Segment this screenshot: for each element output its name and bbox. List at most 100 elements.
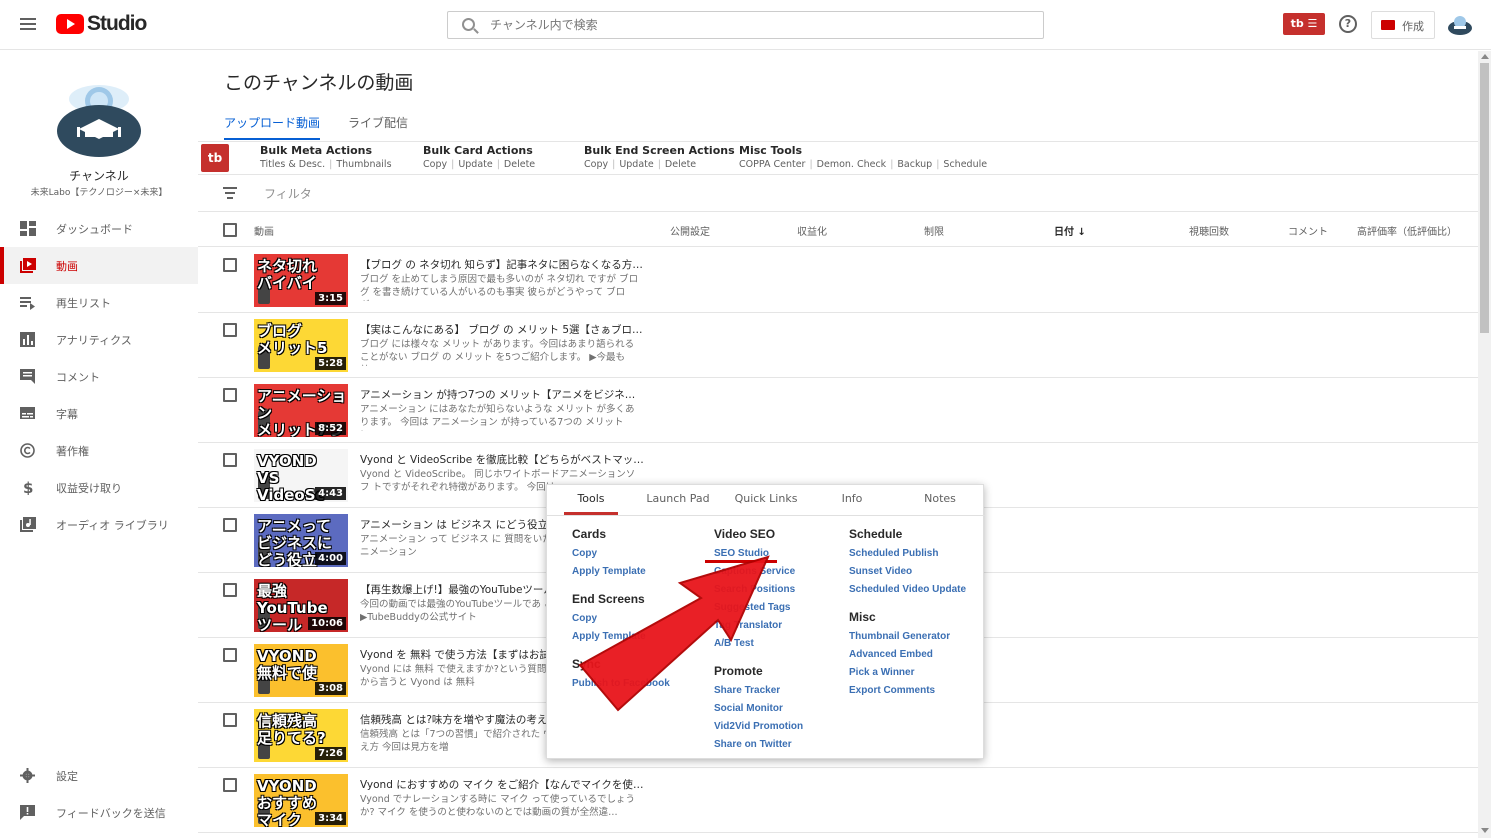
help-icon[interactable]: ? [1339,15,1357,33]
video-thumbnail[interactable]: VYOND おすすめ マイク 3:34 [254,774,348,827]
scrollbar-thumb[interactable] [1480,63,1489,333]
link-social-monitor[interactable]: Social Monitor [714,703,783,714]
sidebar-item-subtitles[interactable]: 字幕 [0,395,198,432]
row-checkbox[interactable] [223,258,237,272]
link-suggested-tags[interactable]: Suggested Tags [714,602,791,613]
popup-tab-info[interactable]: Info [827,485,877,515]
link-copy[interactable]: Copy [584,159,608,170]
link-seo-studio[interactable]: SEO Studio [714,548,769,559]
account-avatar[interactable] [1447,14,1473,36]
tab-uploads[interactable]: アップロード動画 [224,114,321,140]
sidebar-item-copyright[interactable]: 著作権 [0,432,198,469]
tab-live[interactable]: ライブ配信 [348,114,408,140]
link-end-screens-copy[interactable]: Copy [572,613,597,624]
sidebar-item-audio-library[interactable]: オーディオ ライブラリ [0,506,198,543]
video-title[interactable]: 【実はこんなにある】 ブログ の メリット 5選【さぁブログ… [360,322,645,337]
tubebuddy-menu-button[interactable]: tb ☰ [1283,13,1325,35]
link-tag-translator[interactable]: Tag Translator [714,620,782,631]
link-cards-copy[interactable]: Copy [572,548,597,559]
popup-tab-notes[interactable]: Notes [915,485,965,515]
table-row[interactable]: ネタ切れ バイバイ 3:15 【ブログ の ネタ切れ 知らず】記事ネタに困らなくなる方… [198,248,1478,313]
row-checkbox[interactable] [223,453,237,467]
create-button[interactable]: 作成 [1371,11,1435,39]
row-checkbox[interactable] [223,518,237,532]
link-scheduled-video-update[interactable]: Scheduled Video Update [849,584,966,595]
link-sunset-video[interactable]: Sunset Video [849,566,912,577]
column-views[interactable]: 視聴回数 [1189,223,1229,238]
column-likes[interactable]: 高評価率（低評価比） [1357,223,1457,238]
channel-avatar[interactable] [55,79,143,159]
sidebar-item-monetization[interactable]: $ 収益受け取り [0,469,198,506]
link-schedule[interactable]: Schedule [943,159,987,170]
sidebar-item-feedback[interactable]: フィードバックを送信 [0,794,198,831]
menu-icon[interactable] [20,18,36,30]
link-titles-desc[interactable]: Titles & Desc. [260,159,325,170]
row-checkbox[interactable] [223,323,237,337]
video-thumbnail[interactable]: VYOND VS VideoSc 4:43 [254,449,348,502]
link-backup[interactable]: Backup [897,159,932,170]
video-title[interactable]: Vyond と VideoScribe を徹底比較【どちらがベストマッチ?】 [360,452,645,467]
video-title[interactable]: 【ブログ の ネタ切れ 知らず】記事ネタに困らなくなる方法… [360,257,645,272]
studio-logo-text[interactable]: Studio [87,12,147,36]
link-share-on-twitter[interactable]: Share on Twitter [714,739,792,750]
link-update[interactable]: Update [458,159,492,170]
link-export-comments[interactable]: Export Comments [849,685,935,696]
link-advanced-embed[interactable]: Advanced Embed [849,649,933,660]
link-delete[interactable]: Delete [504,159,535,170]
row-checkbox[interactable] [223,388,237,402]
link-thumbnail-generator[interactable]: Thumbnail Generator [849,631,950,642]
scrollbar[interactable] [1478,51,1491,838]
column-comments[interactable]: コメント [1288,223,1328,238]
tubebuddy-logo-icon[interactable]: tb [201,144,229,172]
video-thumbnail[interactable]: VYOND 無料で使 3:08 [254,644,348,697]
popup-tab-quick-links[interactable]: Quick Links [731,485,801,515]
select-all-checkbox[interactable] [223,223,237,237]
scroll-up-icon[interactable] [1481,54,1489,59]
search-input[interactable] [490,15,990,35]
row-checkbox[interactable] [223,648,237,662]
link-share-tracker[interactable]: Share Tracker [714,685,780,696]
column-date[interactable]: 日付 ↓ [1054,223,1086,238]
sidebar-item-analytics[interactable]: アナリティクス [0,321,198,358]
video-thumbnail[interactable]: 信頼残高 足りてる? 7:26 [254,709,348,762]
link-coppa-center[interactable]: COPPA Center [739,159,805,170]
link-cards-apply-template[interactable]: Apply Template [572,566,646,577]
video-thumbnail[interactable]: 最強 YouTube ツール 10:06 [254,579,348,632]
link-update[interactable]: Update [619,159,653,170]
link-pick-a-winner[interactable]: Pick a Winner [849,667,915,678]
link-search-positions[interactable]: Search Positions [714,584,795,595]
filter-icon[interactable] [223,187,237,199]
link-publish-to-facebook[interactable]: Publish to Facebook [572,678,670,689]
video-thumbnail[interactable]: アニメって ビジネスに どう役立 4:00 [254,514,348,567]
link-captions-service[interactable]: Captions Service [714,566,795,577]
popup-tab-launch-pad[interactable]: Launch Pad [643,485,713,515]
sidebar-item-settings[interactable]: 設定 [0,757,198,794]
sidebar-item-dashboard[interactable]: ダッシュボード [0,210,198,247]
video-title[interactable]: アニメーション が持つ7つの メリット【アニメをビジネス… [360,387,645,402]
table-row[interactable]: ブログ メリット5 5:28 【実はこんなにある】 ブログ の メリット 5選【さぁブ… [198,313,1478,378]
table-row[interactable]: VYOND おすすめ マイク 3:34 Vyond におすすめの マイク をご紹介【なん… [198,768,1478,833]
row-checkbox[interactable] [223,778,237,792]
sidebar-item-comments[interactable]: コメント [0,358,198,395]
link-delete[interactable]: Delete [665,159,696,170]
video-title[interactable]: Vyond におすすめの マイク をご紹介【なんでマイクを使う… [360,777,645,792]
link-thumbnails[interactable]: Thumbnails [336,159,391,170]
row-checkbox[interactable] [223,583,237,597]
row-checkbox[interactable] [223,713,237,727]
link-demon-check[interactable]: Demon. Check [817,159,887,170]
youtube-logo-icon[interactable] [56,14,84,34]
link-end-screens-apply-template[interactable]: Apply Template [572,631,646,642]
video-thumbnail[interactable]: ネタ切れ バイバイ 3:15 [254,254,348,307]
table-row[interactable]: アニメーション メリット7つ 8:52 アニメーション が持つ7つの メリット【アニメ… [198,378,1478,443]
link-scheduled-publish[interactable]: Scheduled Publish [849,548,938,559]
sidebar-item-playlists[interactable]: 再生リスト [0,284,198,321]
popup-tab-tools[interactable]: Tools [564,485,618,515]
scroll-down-icon[interactable] [1481,828,1489,833]
link-ab-test[interactable]: A/B Test [714,638,754,649]
link-copy[interactable]: Copy [423,159,447,170]
link-vid2vid-promotion[interactable]: Vid2Vid Promotion [714,721,803,732]
sidebar-item-videos[interactable]: 動画 [0,247,198,284]
video-thumbnail[interactable]: アニメーション メリット7つ 8:52 [254,384,348,437]
video-thumbnail[interactable]: ブログ メリット5 5:28 [254,319,348,372]
search-box[interactable] [447,11,1044,39]
